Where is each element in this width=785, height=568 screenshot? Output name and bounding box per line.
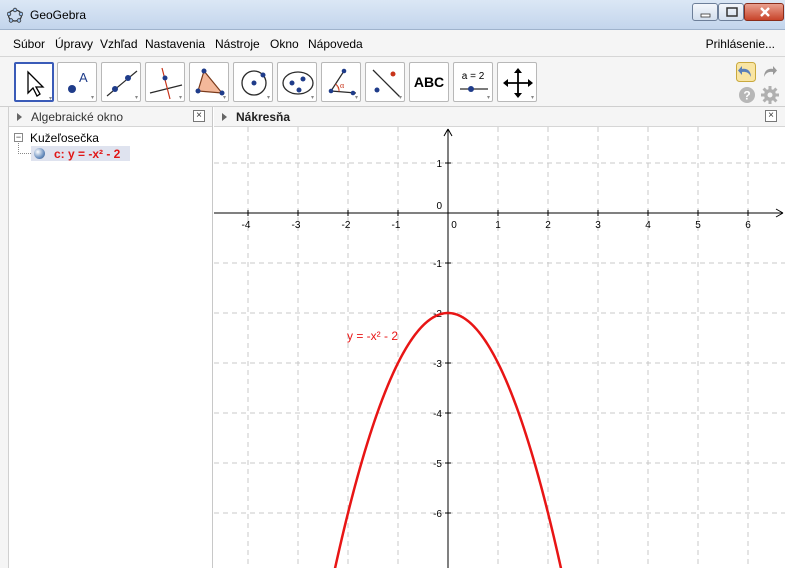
perpendicular-tool-button[interactable] (145, 62, 185, 102)
algebra-title: Algebraické okno (31, 110, 124, 124)
menu-help[interactable]: Nápoveda (308, 37, 363, 51)
ellipse-tool-button[interactable] (277, 62, 317, 102)
algebra-view: Algebraické okno × − Kužeľosečka c: y = … (9, 107, 213, 568)
line-tool-button[interactable] (101, 62, 141, 102)
y-tick-label: -5 (433, 459, 442, 470)
x-tick-label: 2 (545, 220, 551, 231)
angle-icon: α (328, 68, 358, 99)
polygon-icon (195, 68, 226, 99)
menu-bar: Súbor Úpravy Vzhľad Nastavenia Nástroje … (0, 30, 785, 57)
algebra-close-button[interactable]: × (193, 110, 205, 122)
window-title: GeoGebra (30, 8, 87, 22)
origin-label: 0 (436, 201, 442, 212)
reflect-about-line-icon (372, 69, 402, 99)
panel-toggle-arrow-icon[interactable] (17, 113, 22, 121)
slider-tool-button[interactable]: a = 2 (453, 62, 493, 102)
algebra-object-text[interactable]: c: y = -x² - 2 (54, 147, 120, 161)
x-tick-label: 0 (451, 220, 457, 231)
tree-collapse-icon[interactable]: − (14, 133, 23, 142)
circle-tool-button[interactable] (233, 62, 273, 102)
menu-edit[interactable]: Úpravy (55, 37, 93, 51)
panel-toggle-arrow-icon[interactable] (222, 113, 227, 121)
menu-window[interactable]: Okno (270, 37, 299, 51)
svg-text:α: α (340, 81, 345, 90)
title-bar: GeoGebra (0, 0, 785, 30)
left-sidebar-strip (0, 107, 9, 568)
cursor-arrow-icon (27, 70, 52, 100)
y-tick-label: 1 (436, 159, 442, 170)
svg-text:?: ? (743, 89, 750, 103)
sign-in-link[interactable]: Prihlásenie... (706, 37, 775, 51)
toolbar: A α ABC a = 2 ? (0, 57, 785, 107)
point-a-icon: A (68, 70, 94, 99)
menu-tools[interactable]: Nástroje (215, 37, 260, 51)
gear-icon[interactable] (760, 85, 780, 105)
geogebra-logo-icon (7, 7, 23, 23)
help-icon[interactable]: ? (737, 85, 757, 105)
reflect-tool-button[interactable] (365, 62, 405, 102)
x-tick-label: 3 (595, 220, 601, 231)
menu-options[interactable]: Nastavenia (145, 37, 205, 51)
maximize-button[interactable] (718, 3, 744, 21)
graphics-header: Nákresňa × (214, 107, 785, 127)
y-tick-label: -4 (433, 409, 442, 420)
x-tick-label: 4 (645, 220, 651, 231)
x-tick-label: -1 (392, 220, 401, 231)
text-tool-button[interactable]: ABC (409, 62, 449, 102)
svg-text:A: A (79, 70, 88, 85)
x-tick-label: -2 (342, 220, 351, 231)
move-graphics-tool-button[interactable] (497, 62, 537, 102)
y-tick-label: -3 (433, 359, 442, 370)
polygon-tool-button[interactable] (189, 62, 229, 102)
graphics-canvas[interactable]: -4 -3 -2 -1 0 1 2 3 4 5 61-1-2-3-4-5-60y = -x² - 2 (214, 127, 785, 568)
close-window-button[interactable] (744, 3, 784, 21)
x-tick-label: 1 (495, 220, 501, 231)
redo-icon[interactable] (759, 62, 779, 82)
slider-icon (460, 86, 490, 99)
graphics-title: Nákresňa (236, 110, 291, 124)
graphics-close-button[interactable]: × (765, 110, 777, 122)
x-tick-label: 5 (695, 220, 701, 231)
line-through-points-icon (106, 70, 138, 99)
undo-icon[interactable] (736, 62, 756, 82)
circle-icon (241, 70, 270, 99)
angle-tool-button[interactable]: α (321, 62, 361, 102)
x-tick-label: -4 (242, 220, 251, 231)
text-icon: ABC (413, 74, 445, 90)
x-tick-label: -3 (292, 220, 301, 231)
ellipse-icon (282, 71, 314, 99)
x-tick-label: 6 (745, 220, 751, 231)
menu-file[interactable]: Súbor (13, 37, 45, 51)
y-tick-label: -1 (433, 259, 442, 270)
minimize-button[interactable] (692, 3, 718, 21)
menu-view[interactable]: Vzhľad (100, 37, 138, 51)
y-tick-label: -6 (433, 509, 442, 520)
algebra-header: Algebraické okno × (9, 107, 212, 127)
object-visibility-icon[interactable] (34, 148, 45, 159)
algebra-object-row[interactable]: c: y = -x² - 2 (31, 146, 130, 161)
graphics-view: Nákresňa × -4 -3 -2 -1 0 1 2 3 4 5 6 1 -1 -2 -3 -4 -5 -6 0… (214, 107, 785, 568)
move-graphics-view-icon (503, 68, 534, 99)
perpendicular-line-icon (149, 67, 183, 100)
tree-connector (18, 143, 31, 154)
curve-label: y = -x² - 2 (347, 329, 398, 343)
tree-group-label: Kužeľosečka (30, 131, 99, 145)
point-tool-button[interactable]: A (57, 62, 97, 102)
move-tool-button[interactable] (14, 62, 54, 102)
